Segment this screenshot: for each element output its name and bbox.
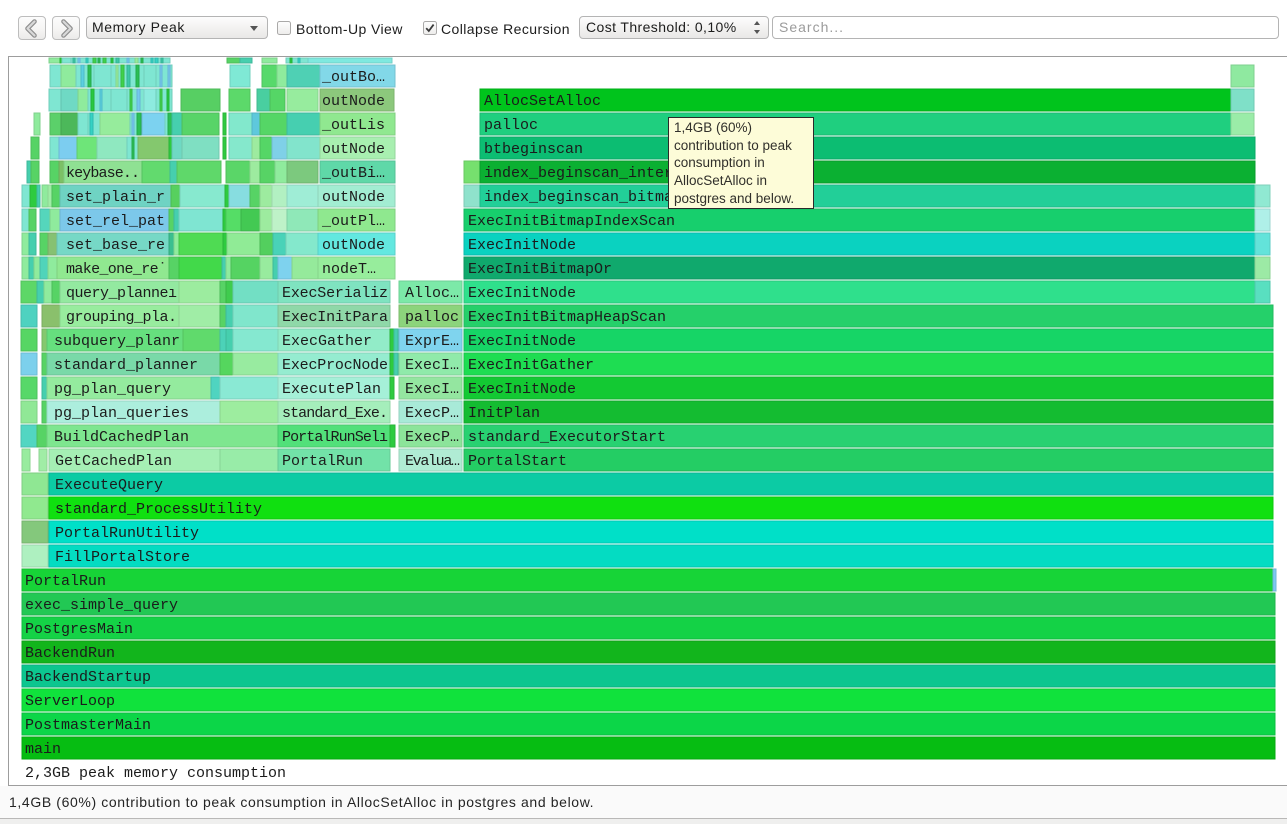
svg-text:set_rel_pat: set_rel_pat — [66, 213, 165, 230]
svg-text:ExprE…: ExprE… — [405, 333, 459, 350]
svg-text:pg_plan_queries: pg_plan_queries — [54, 405, 189, 422]
svg-text:standard_planner: standard_planner — [54, 357, 198, 374]
svg-text:ExecP…: ExecP… — [405, 429, 459, 446]
svg-text:AllocSetAlloc: AllocSetAlloc — [484, 93, 601, 110]
svg-text:2,3GB peak memory consumption: 2,3GB peak memory consumption — [25, 765, 286, 782]
svg-text:ExecP…: ExecP… — [405, 405, 459, 422]
svg-text:_outBi…: _outBi… — [321, 165, 385, 182]
svg-text:outNode: outNode — [322, 141, 385, 158]
svg-text:GetCachedPlan: GetCachedPlan — [55, 453, 172, 470]
svg-text:PortalRunSelı: PortalRunSelı — [282, 429, 388, 446]
svg-text:ExecutePlan: ExecutePlan — [282, 381, 381, 398]
svg-text:ExecInitNode: ExecInitNode — [468, 285, 576, 302]
svg-text:ExecProcNode: ExecProcNode — [282, 357, 388, 374]
svg-text:subquery_planr: subquery_planr — [54, 333, 180, 350]
svg-text:BackendStartup: BackendStartup — [25, 669, 151, 686]
svg-text:outNode: outNode — [322, 93, 385, 110]
svg-text:exec_simple_query: exec_simple_query — [25, 597, 178, 614]
svg-text:standard_ProcessUtility: standard_ProcessUtility — [55, 501, 262, 518]
svg-text:ExecInitGather: ExecInitGather — [468, 357, 594, 374]
svg-text:set_plain_r: set_plain_r — [66, 189, 165, 206]
svg-text:ExecInitBitmapHeapScan: ExecInitBitmapHeapScan — [468, 309, 666, 326]
svg-text:outNode: outNode — [322, 189, 385, 206]
svg-text:Evalua…: Evalua… — [405, 453, 460, 470]
svg-text:query_planneı: query_planneı — [66, 285, 177, 302]
svg-text:PortalRun: PortalRun — [25, 573, 106, 590]
svg-text:pg_plan_query: pg_plan_query — [54, 381, 171, 398]
svg-text:main: main — [25, 741, 61, 758]
svg-text:make_one_re˙: make_one_re˙ — [66, 261, 167, 278]
svg-text:ExecGather: ExecGather — [282, 333, 372, 350]
svg-text:grouping_pla.: grouping_pla. — [66, 309, 177, 326]
svg-text:ExecuteQuery: ExecuteQuery — [55, 477, 163, 494]
svg-text:ExecI…: ExecI… — [405, 381, 459, 398]
svg-text:BuildCachedPlan: BuildCachedPlan — [54, 429, 189, 446]
svg-text:ExecInitNode: ExecInitNode — [468, 381, 576, 398]
svg-text:index_beginscan_bitmap: index_beginscan_bitmap — [484, 189, 682, 206]
svg-text:btbeginscan: btbeginscan — [484, 141, 583, 158]
svg-text:ServerLoop: ServerLoop — [25, 693, 115, 710]
svg-text:ExecInitBitmapOr: ExecInitBitmapOr — [468, 261, 612, 278]
svg-text:_outLis: _outLis — [321, 117, 385, 134]
svg-text:ExecI…: ExecI… — [405, 357, 459, 374]
svg-text:Alloc…: Alloc… — [405, 285, 459, 302]
svg-text:nodeT…: nodeT… — [322, 261, 376, 278]
svg-text:ExecInitBitmapIndexScan: ExecInitBitmapIndexScan — [468, 213, 675, 230]
svg-text:PortalRun: PortalRun — [282, 453, 363, 470]
svg-text:keybase..: keybase.. — [66, 165, 140, 182]
svg-text:palloc: palloc — [484, 117, 538, 134]
svg-text:PortalStart: PortalStart — [468, 453, 567, 470]
svg-text:standard_ExecutorStart: standard_ExecutorStart — [468, 429, 666, 446]
svg-text:outNode: outNode — [322, 237, 385, 254]
svg-text:ExecInitPara: ExecInitPara — [282, 309, 388, 326]
svg-text:set_base_re: set_base_re — [66, 237, 165, 254]
svg-text:BackendRun: BackendRun — [25, 645, 115, 662]
svg-text:PostmasterMain: PostmasterMain — [25, 717, 151, 734]
svg-text:ExecInitNode: ExecInitNode — [468, 237, 576, 254]
svg-text:ExecSerializ: ExecSerializ — [282, 285, 388, 302]
svg-text:ExecInitNode: ExecInitNode — [468, 333, 576, 350]
svg-text:PostgresMain: PostgresMain — [25, 621, 133, 638]
svg-text:_outPl…: _outPl… — [321, 213, 385, 230]
svg-text:_outBo…: _outBo… — [321, 69, 385, 86]
svg-text:standard_Exe.: standard_Exe. — [282, 405, 388, 422]
svg-text:FillPortalStore: FillPortalStore — [55, 549, 190, 566]
svg-text:palloc: palloc — [405, 309, 459, 326]
svg-text:InitPlan: InitPlan — [468, 405, 540, 422]
svg-text:PortalRunUtility: PortalRunUtility — [55, 525, 199, 542]
